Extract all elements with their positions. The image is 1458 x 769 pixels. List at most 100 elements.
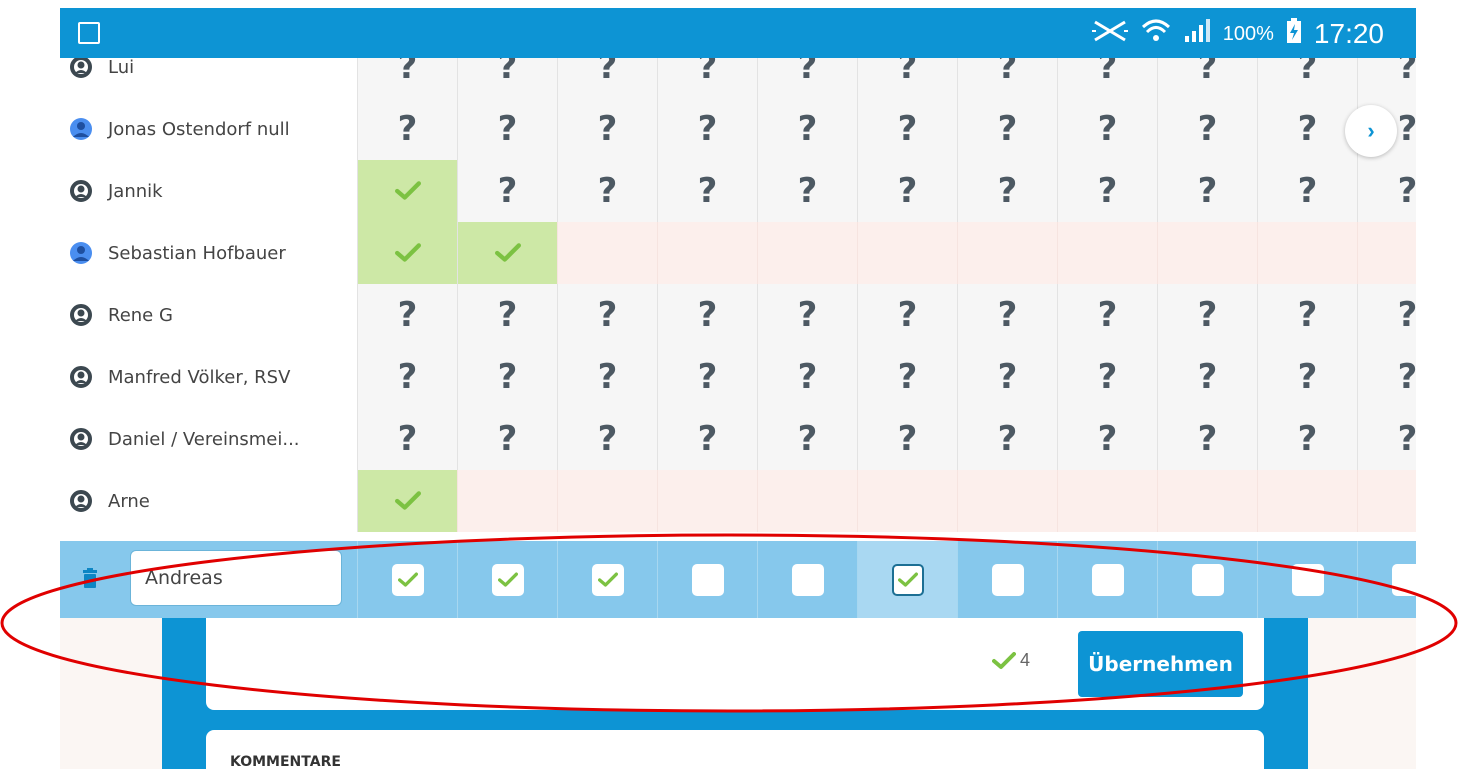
participant-name: Rene G: [108, 304, 173, 326]
comments-section: KOMMENTARE: [206, 730, 1264, 769]
vote-unknown-cell: ?: [557, 408, 657, 470]
vote-unknown-cell: ?: [1157, 284, 1257, 346]
vote-no-cell: [857, 470, 957, 532]
vote-unknown-cell: ?: [957, 408, 1057, 470]
vote-unknown-cell: ?: [1257, 408, 1357, 470]
question-mark-icon: ?: [797, 419, 818, 459]
question-mark-icon: ?: [897, 419, 918, 459]
question-mark-icon: ?: [597, 419, 618, 459]
vote-no-cell: [757, 470, 857, 532]
vote-checkbox[interactable]: [1091, 563, 1124, 596]
vote-unknown-cell: ?: [557, 58, 657, 98]
vote-checkbox[interactable]: [491, 563, 524, 596]
vote-checkbox[interactable]: [791, 563, 824, 596]
question-mark-icon: ?: [1097, 357, 1118, 397]
vote-unknown-cell: ?: [1257, 284, 1357, 346]
question-mark-icon: ?: [697, 295, 718, 335]
question-mark-icon: ?: [1297, 58, 1318, 87]
question-mark-icon: ?: [797, 109, 818, 149]
vote-no-cell: [457, 470, 557, 532]
vote-unknown-cell: ?: [457, 98, 557, 160]
vote-checkbox-cell: [1057, 541, 1157, 618]
participant-row: Jannik??????????: [60, 160, 1416, 222]
vote-checkbox[interactable]: [591, 563, 624, 596]
vote-unknown-cell: ?: [557, 346, 657, 408]
generic-user-icon: [70, 180, 92, 202]
check-icon: [597, 572, 618, 587]
vote-unknown-cell: ?: [457, 58, 557, 98]
question-mark-icon: ?: [697, 171, 718, 211]
vote-yes-cell: [357, 222, 457, 284]
vote-unknown-cell: ?: [857, 284, 957, 346]
vote-no-cell: [557, 222, 657, 284]
vote-checkbox[interactable]: [691, 563, 724, 596]
question-mark-icon: ?: [897, 109, 918, 149]
participant-row: Manfred Völker, RSV???????????: [60, 346, 1416, 408]
question-mark-icon: ?: [397, 419, 418, 459]
vote-unknown-cell: ?: [857, 346, 957, 408]
question-mark-icon: ?: [1397, 357, 1416, 397]
participant-name: Jonas Ostendorf null: [108, 118, 290, 140]
vote-checkbox[interactable]: [391, 563, 424, 596]
vote-no-cell: [1157, 222, 1257, 284]
vote-checkbox[interactable]: [891, 563, 924, 596]
vote-unknown-cell: ?: [357, 408, 457, 470]
vote-unknown-cell: ?: [1057, 98, 1157, 160]
vote-unknown-cell: ?: [957, 98, 1057, 160]
vote-checkbox[interactable]: [1291, 563, 1324, 596]
question-mark-icon: ?: [1197, 171, 1218, 211]
question-mark-icon: ?: [597, 171, 618, 211]
vote-unknown-cell: ?: [857, 98, 957, 160]
question-mark-icon: ?: [1097, 171, 1118, 211]
question-mark-icon: ?: [1097, 419, 1118, 459]
participant-name-cell: Sebastian Hofbauer: [60, 222, 357, 284]
vote-checkbox[interactable]: [991, 563, 1024, 596]
check-icon: [394, 243, 421, 262]
trash-icon[interactable]: [82, 568, 98, 593]
question-mark-icon: ?: [797, 357, 818, 397]
vote-unknown-cell: ?: [957, 58, 1057, 98]
vote-unknown-cell: ?: [1057, 160, 1157, 222]
vote-unknown-cell: ?: [1257, 160, 1357, 222]
vote-unknown-cell: ?: [1157, 58, 1257, 98]
question-mark-icon: ?: [1197, 58, 1218, 87]
question-mark-icon: ?: [497, 109, 518, 149]
participant-name-input[interactable]: Andreas: [130, 550, 342, 606]
next-columns-button[interactable]: ›: [1345, 105, 1397, 157]
question-mark-icon: ?: [797, 171, 818, 211]
vote-unknown-cell: ?: [357, 284, 457, 346]
vote-unknown-cell: ?: [657, 408, 757, 470]
vote-unknown-cell: ?: [757, 160, 857, 222]
question-mark-icon: ?: [1397, 58, 1416, 87]
question-mark-icon: ?: [997, 171, 1018, 211]
vote-unknown-cell: ?: [1157, 98, 1257, 160]
vote-unknown-cell: ?: [357, 346, 457, 408]
vote-checkbox[interactable]: [1191, 563, 1224, 596]
participant-row: Jonas Ostendorf null???????????: [60, 98, 1416, 160]
vote-checkbox[interactable]: [1391, 563, 1416, 596]
vote-no-cell: [957, 470, 1057, 532]
vote-unknown-cell: ?: [757, 346, 857, 408]
vote-no-cell: [857, 222, 957, 284]
apply-button[interactable]: Übernehmen: [1078, 631, 1243, 697]
participant-name: Daniel / Vereinsmei...: [108, 428, 300, 450]
gallery-icon: [78, 22, 100, 44]
vote-unknown-cell: ?: [657, 160, 757, 222]
vote-unknown-cell: ?: [1257, 346, 1357, 408]
question-mark-icon: ?: [1297, 171, 1318, 211]
vote-unknown-cell: ?: [557, 284, 657, 346]
check-icon: [394, 491, 421, 510]
check-icon: [397, 572, 418, 587]
question-mark-icon: ?: [1297, 109, 1318, 149]
participant-name-cell: Lui: [60, 58, 357, 98]
vote-unknown-cell: ?: [557, 160, 657, 222]
vote-unknown-cell: ?: [1257, 58, 1357, 98]
profile-avatar-icon: [70, 118, 92, 140]
question-mark-icon: ?: [1397, 109, 1416, 149]
vote-checkbox-cell: [357, 541, 457, 618]
vote-unknown-cell: ?: [1057, 284, 1157, 346]
participant-name-cell: Rene G: [60, 284, 357, 346]
check-icon: [897, 572, 918, 587]
participant-row: Arne: [60, 470, 1416, 532]
vote-unknown-cell: ?: [1157, 160, 1257, 222]
